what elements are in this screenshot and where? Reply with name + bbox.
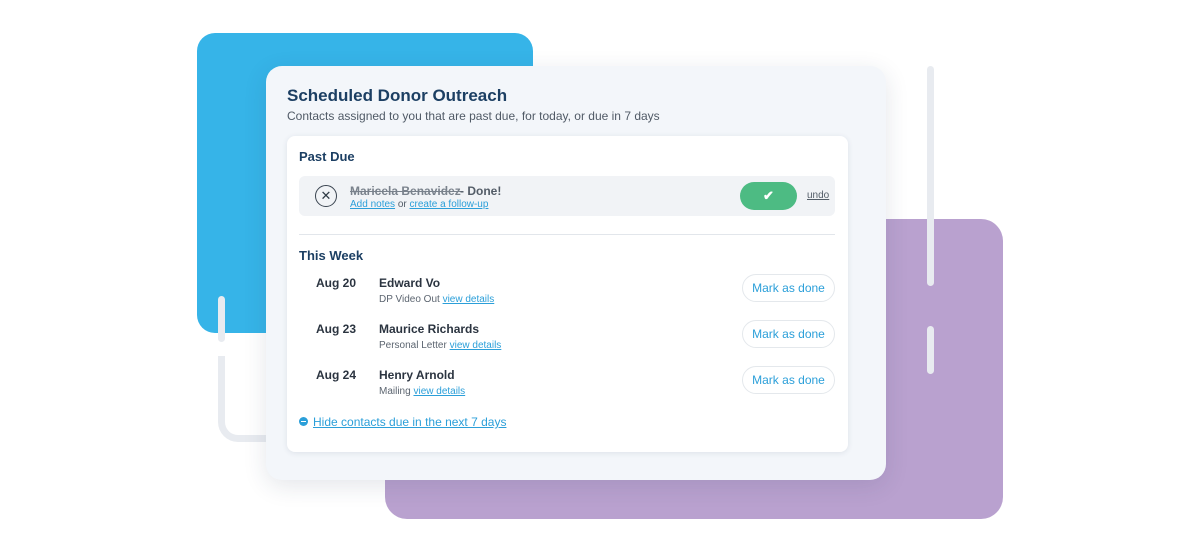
past-due-heading: Past Due	[299, 149, 355, 164]
donor-outreach-card: Scheduled Donor Outreach Contacts assign…	[266, 66, 886, 480]
due-date: Aug 23	[316, 322, 357, 336]
done-actions: Add notes or create a follow-up	[350, 199, 488, 210]
mark-as-done-button[interactable]: Mark as done	[742, 274, 835, 302]
outreach-type: DP Video Out	[379, 294, 440, 305]
due-date: Aug 24	[316, 368, 357, 382]
decorative-line	[218, 296, 225, 342]
contact-name: Maurice Richards	[379, 322, 480, 336]
undo-link[interactable]: undo	[807, 190, 829, 201]
this-week-heading: This Week	[299, 248, 364, 263]
list-item: Aug 24 Henry Arnold Mailing view details…	[299, 362, 835, 402]
mark-as-done-button[interactable]: Mark as done	[742, 366, 835, 394]
list-item: Aug 23 Maurice Richards Personal Letter …	[299, 316, 835, 356]
card-subtitle: Contacts assigned to you that are past d…	[287, 109, 660, 123]
mark-as-done-button[interactable]: Mark as done	[742, 320, 835, 348]
contact-detail: Mailing view details	[379, 386, 465, 397]
contact-name: Maricela Benavidez	[350, 184, 461, 198]
view-details-link[interactable]: view details	[413, 386, 465, 397]
decorative-line	[927, 66, 934, 286]
decorative-line	[927, 326, 934, 374]
done-check-button[interactable]: ✔	[740, 182, 797, 210]
contact-detail: Personal Letter view details	[379, 340, 501, 351]
section-divider	[299, 234, 835, 235]
contact-name: Edward Vo	[379, 276, 441, 290]
create-follow-up-link[interactable]: create a follow-up	[410, 199, 489, 210]
view-details-link[interactable]: view details	[450, 340, 502, 351]
minus-circle-icon	[299, 417, 308, 426]
outreach-type: Personal Letter	[379, 340, 447, 351]
view-details-link[interactable]: view details	[443, 294, 495, 305]
close-icon[interactable]: ✕	[315, 185, 337, 207]
past-due-item: ✕ Maricela Benavidez - Done! Add notes o…	[299, 176, 835, 216]
card-title: Scheduled Donor Outreach	[287, 86, 508, 105]
done-status: - Done!	[460, 184, 502, 198]
contacts-panel: Past Due ✕ Maricela Benavidez - Done! Ad…	[287, 136, 848, 452]
contact-detail: DP Video Out view details	[379, 294, 494, 305]
or-text: or	[395, 199, 410, 210]
add-notes-link[interactable]: Add notes	[350, 199, 395, 210]
list-item: Aug 20 Edward Vo DP Video Out view detai…	[299, 270, 835, 310]
outreach-type: Mailing	[379, 386, 411, 397]
due-date: Aug 20	[316, 276, 357, 290]
contact-name: Henry Arnold	[379, 368, 455, 382]
hide-contacts-link[interactable]: Hide contacts due in the next 7 days	[313, 415, 506, 429]
check-icon: ✔	[763, 188, 774, 203]
